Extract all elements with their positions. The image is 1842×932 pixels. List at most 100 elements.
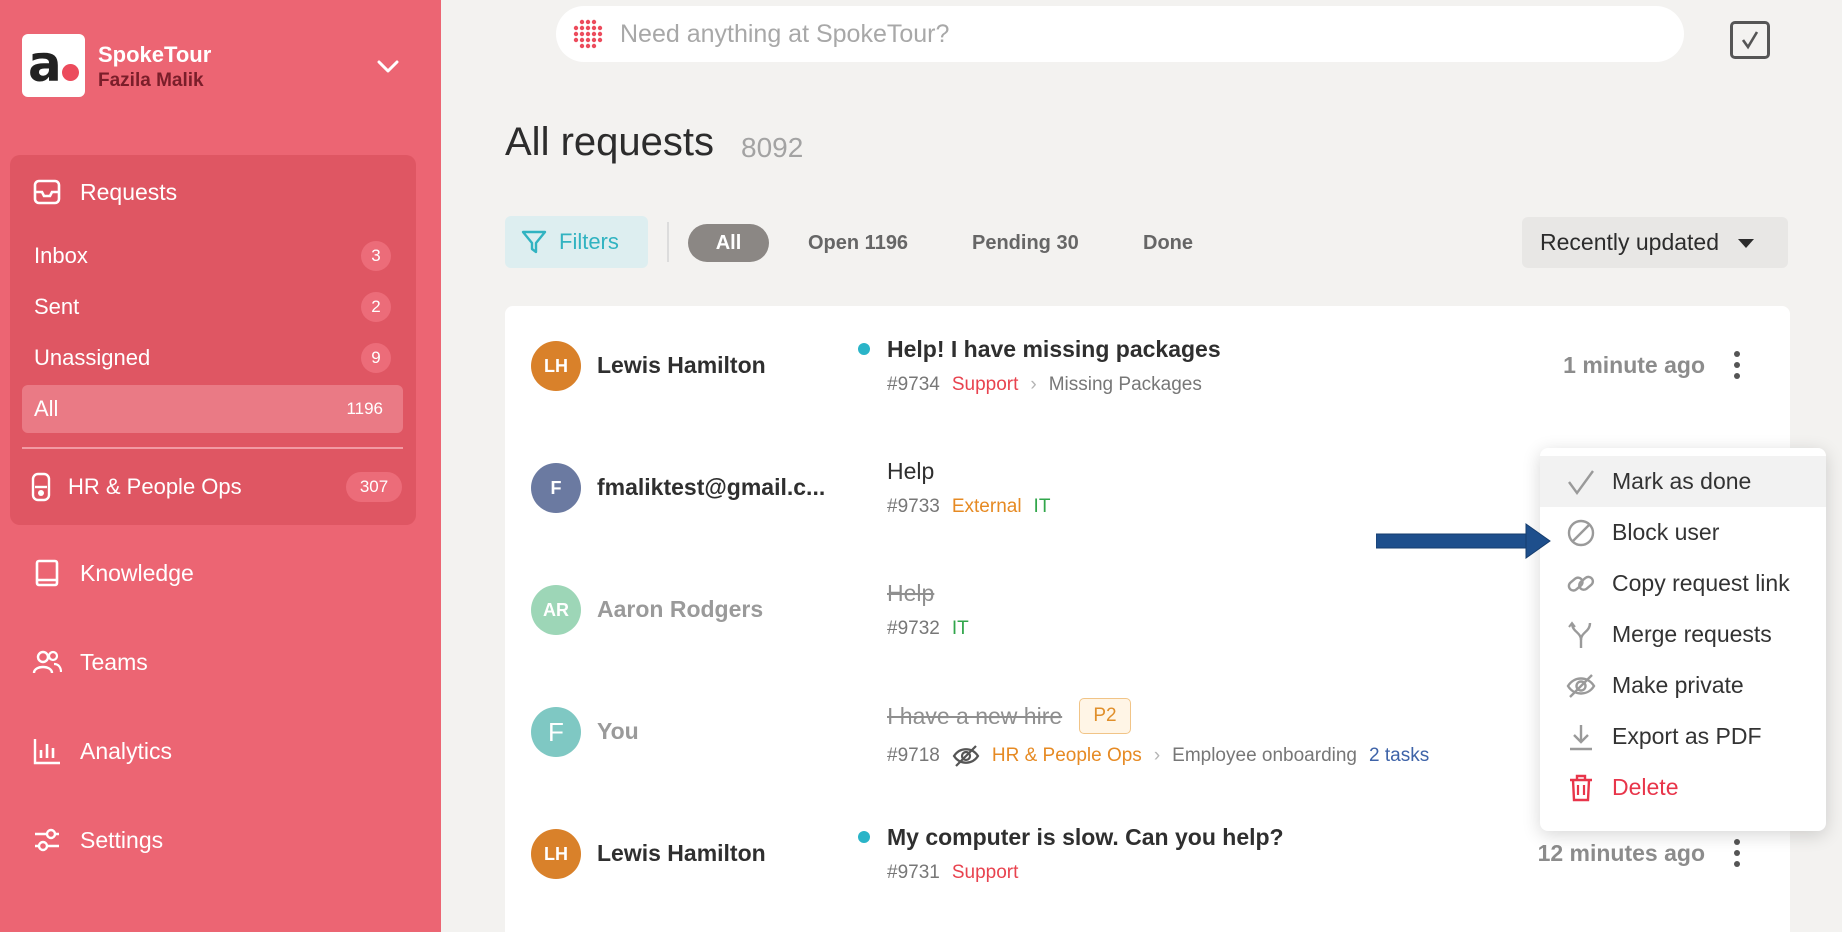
inbox-icon — [33, 179, 61, 205]
sort-dropdown[interactable]: Recently updated — [1522, 217, 1788, 268]
annotation-arrow-icon — [1376, 523, 1551, 559]
request-subject[interactable]: Help! I have missing packages — [887, 336, 1221, 363]
app-dots-icon — [573, 19, 603, 49]
count-badge: 3 — [361, 241, 391, 271]
tag[interactable]: IT — [952, 618, 969, 640]
eye-off-icon — [952, 745, 980, 767]
filter-icon — [521, 230, 547, 254]
filters-button[interactable]: Filters — [505, 216, 648, 268]
tag[interactable]: Support — [952, 374, 1019, 396]
nav-requests[interactable]: Requests — [32, 177, 177, 207]
context-menu: Mark as done Block user Copy request lin… — [1540, 448, 1826, 831]
menu-item-delete[interactable]: Delete — [1540, 762, 1826, 813]
nav-knowledge[interactable]: Knowledge — [32, 558, 194, 588]
sidebar-item-all[interactable]: All 1196 — [22, 385, 403, 433]
sort-label: Recently updated — [1540, 229, 1720, 255]
request-meta: #9732 IT — [887, 618, 969, 640]
count-badge: 1196 — [346, 399, 383, 418]
avatar: AR — [531, 585, 581, 635]
sidebar-item-inbox[interactable]: Inbox 3 — [22, 232, 403, 280]
timestamp: 1 minute ago — [1563, 352, 1705, 378]
trash-icon — [1570, 774, 1592, 801]
count-badge: 2 — [361, 292, 391, 322]
user-name: Fazila Malik — [98, 70, 204, 91]
caret-down-icon — [1738, 238, 1755, 248]
table-row[interactable]: LH Lewis Hamilton Help! I have missing p… — [505, 306, 1790, 428]
menu-item-copy-request-link[interactable]: Copy request link — [1540, 558, 1826, 609]
download-icon — [1570, 724, 1592, 750]
avatar: F — [531, 707, 581, 757]
chevron-right-icon: › — [1030, 374, 1037, 395]
requests-panel: Requests Inbox 3 Sent 2 Unassigned 9 All… — [10, 155, 416, 525]
request-subject[interactable]: Help — [887, 458, 934, 485]
app-logo: a — [22, 34, 85, 97]
category: Employee onboarding — [1172, 745, 1357, 766]
merge-icon — [1568, 620, 1592, 648]
requester-name: Aaron Rodgers — [597, 596, 764, 622]
nav-teams[interactable]: Teams — [32, 647, 148, 677]
request-subject[interactable]: My computer is slow. Can you help? — [887, 824, 1284, 851]
sidebar-item-unassigned[interactable]: Unassigned 9 — [22, 334, 403, 382]
request-subject[interactable]: I have a new hire — [887, 703, 1062, 730]
tab-open[interactable]: Open 1196 — [808, 224, 908, 262]
tab-pending[interactable]: Pending 30 — [972, 224, 1079, 262]
divider — [667, 222, 669, 262]
book-icon — [35, 559, 59, 587]
more-options-icon[interactable] — [1727, 348, 1747, 382]
search-bar[interactable] — [556, 6, 1684, 62]
nav-analytics[interactable]: Analytics — [32, 736, 172, 766]
tasks-link[interactable]: 2 tasks — [1369, 745, 1429, 767]
count-badge: 307 — [346, 472, 402, 502]
sidebar-item-sent[interactable]: Sent 2 — [22, 283, 403, 331]
menu-item-block-user[interactable]: Block user — [1540, 507, 1826, 558]
priority-badge: P2 — [1079, 698, 1131, 734]
request-meta: #9731 Support — [887, 862, 1019, 884]
requester-name: Lewis Hamilton — [597, 840, 766, 866]
avatar: LH — [531, 341, 581, 391]
menu-item-export-pdf[interactable]: Export as PDF — [1540, 711, 1826, 762]
requester-name: You — [597, 718, 639, 744]
nav-requests-label: Requests — [80, 178, 178, 205]
workspace-name: SpokeTour — [98, 42, 212, 67]
block-icon — [1567, 519, 1595, 546]
sliders-icon — [35, 828, 59, 852]
link-icon — [1567, 575, 1595, 592]
timestamp: 12 minutes ago — [1537, 840, 1705, 866]
unread-indicator — [858, 343, 870, 355]
tag[interactable]: IT — [1034, 496, 1051, 518]
tab-done[interactable]: Done — [1143, 224, 1193, 262]
chevron-down-icon[interactable] — [374, 52, 402, 80]
tag[interactable]: External — [952, 496, 1022, 518]
search-input[interactable] — [620, 19, 1620, 49]
page-title: All requests — [505, 120, 714, 164]
avatar: F — [531, 463, 581, 513]
page-count: 8092 — [741, 132, 804, 163]
requester-name: fmaliktest@gmail.c... — [597, 474, 826, 500]
category: Missing Packages — [1048, 374, 1202, 395]
nav-settings[interactable]: Settings — [32, 825, 163, 855]
unread-indicator — [858, 831, 870, 843]
workspace-switcher[interactable]: a SpokeTour Fazila Malik — [22, 34, 422, 98]
check-icon — [1568, 469, 1594, 495]
request-meta: #9734 Support › Missing Packages — [887, 374, 1202, 396]
divider — [22, 447, 403, 449]
tag[interactable]: Support — [952, 862, 1019, 884]
menu-item-make-private[interactable]: Make private — [1540, 660, 1826, 711]
sidebar: a SpokeTour Fazila Malik Requests Inbox … — [0, 0, 441, 932]
eye-off-icon — [1566, 673, 1596, 698]
more-options-icon[interactable] — [1727, 836, 1747, 870]
tasks-checkbox-icon[interactable] — [1730, 21, 1770, 59]
hourglass-icon — [31, 472, 51, 502]
chevron-right-icon: › — [1153, 745, 1161, 766]
check-icon — [1741, 31, 1759, 50]
request-subject[interactable]: Help — [887, 580, 934, 607]
menu-item-merge-requests[interactable]: Merge requests — [1540, 609, 1826, 660]
request-meta: #9718 HR & People Ops › Employee onboard… — [887, 745, 1430, 767]
sidebar-item-hr-people-ops[interactable]: HR & People Ops 307 — [30, 466, 402, 508]
tag[interactable]: HR & People Ops — [992, 745, 1142, 767]
count-badge: 9 — [361, 343, 391, 373]
tab-all[interactable]: All — [688, 224, 769, 262]
people-icon — [32, 650, 62, 674]
request-meta: #9733 External IT — [887, 496, 1051, 518]
menu-item-mark-as-done[interactable]: Mark as done — [1540, 456, 1826, 507]
